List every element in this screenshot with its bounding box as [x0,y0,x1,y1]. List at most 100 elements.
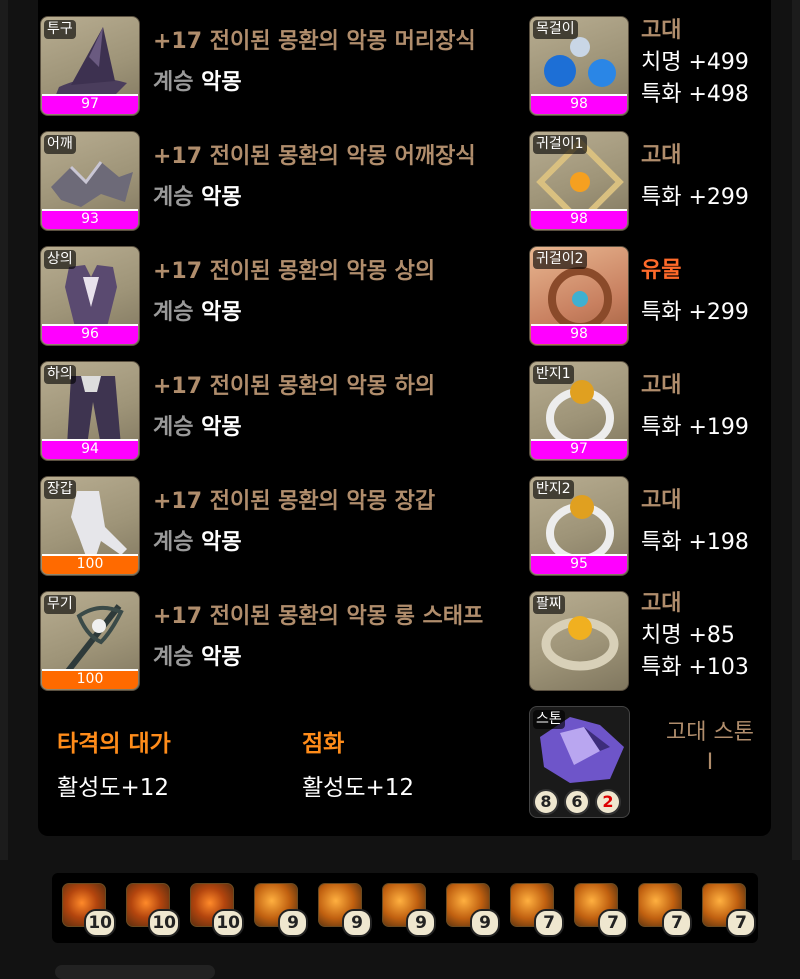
necklace-icon[interactable]: 목걸이 98 [529,16,629,116]
ring-icon[interactable]: 반지1 97 [529,361,629,461]
gem-icon[interactable]: 7 [702,883,756,937]
engraving-value: 활성도+12 [302,775,415,801]
gloves-icon[interactable]: 장갑 100 [40,476,140,576]
accessory-stat: 특화 +198 [641,530,749,555]
quality-bar: 98 [531,209,627,229]
stone-level-1: 8 [533,789,559,815]
gem-icon[interactable]: 7 [574,883,628,937]
quality-bar: 97 [531,439,627,459]
bracelet-icon[interactable]: 팔찌 [529,591,629,691]
stone-grade-line1: 고대 스톤 [666,720,754,745]
slot-label: 귀걸이1 [533,135,587,154]
stone-level-3: 2 [595,789,621,815]
set-name: 악몽 [201,185,242,210]
equipment-name: +17 전이된 몽환의 악몽 장갑 [153,489,436,514]
engraving-name: 타격의 대가 [57,731,171,757]
gem-level: 9 [342,909,372,937]
slot-label: 팔찌 [533,595,565,614]
set-name: 악몽 [201,645,242,670]
gem-level: 9 [278,909,308,937]
accessory-stat: 특화 +199 [641,415,749,440]
bottom-tab-stub[interactable] [55,965,215,979]
slot-label: 반지2 [533,480,574,499]
equipment-name: +17 전이된 몽환의 악몽 어깨장식 [153,144,476,169]
set-name: 악몽 [201,300,242,325]
earring-icon[interactable]: 귀걸이1 98 [529,131,629,231]
accessory-stat: 치명 +85 [641,623,735,648]
gem-level: 9 [470,909,500,937]
set-prefix: 계승 [153,645,194,670]
pants-icon[interactable]: 하의 94 [40,361,140,461]
gem-level: 9 [406,909,436,937]
slot-label: 귀걸이2 [533,250,587,269]
equipment-name: +17 전이된 몽환의 악몽 머리장식 [153,29,476,54]
slot-label: 무기 [44,595,76,614]
quality-bar: 96 [42,324,138,344]
stone-grade: 고대 스톤 I [655,718,765,778]
quality-bar: 100 [42,554,138,574]
accessory-stat: 특화 +498 [641,82,749,107]
equipment-set: 계승 악몽 [153,68,242,98]
gem-icon[interactable]: 9 [254,883,308,937]
ring-icon[interactable]: 반지2 95 [529,476,629,576]
slot-label: 어깨 [44,135,76,154]
gem-icon[interactable]: 10 [62,883,116,937]
accessory-stat: 특화 +103 [641,655,749,680]
gem-icon[interactable]: 10 [126,883,180,937]
equipment-set: 계승 악몽 [153,643,242,673]
set-prefix: 계승 [153,415,194,440]
equipment-name: +17 전이된 몽환의 악몽 하의 [153,374,436,399]
accessory-stat: 특화 +299 [641,185,749,210]
quality-bar: 95 [531,554,627,574]
set-prefix: 계승 [153,185,194,210]
gem-level: 7 [726,909,756,937]
gem-icon[interactable]: 10 [190,883,244,937]
accessory-grade: 고대 [641,591,682,616]
shoulder-icon[interactable]: 어깨 93 [40,131,140,231]
gem-level: 7 [598,909,628,937]
gem-icon[interactable]: 7 [510,883,564,937]
gem-level: 7 [534,909,564,937]
earring-icon[interactable]: 귀걸이2 98 [529,246,629,346]
gem-icon[interactable]: 9 [318,883,372,937]
accessory-stat: 특화 +299 [641,300,749,325]
equipment-name: +17 전이된 몽환의 악몽 상의 [153,259,436,284]
quality-bar: 94 [42,439,138,459]
gem-level: 7 [662,909,692,937]
engraving-name: 점화 [302,731,345,757]
equipment-set: 계승 악몽 [153,413,242,443]
slot-label: 장갑 [44,480,76,499]
gem-level: 10 [148,909,180,937]
accessory-grade: 고대 [641,373,682,398]
set-name: 악몽 [201,70,242,95]
accessory-stat: 치명 +499 [641,50,749,75]
slot-label: 하의 [44,365,76,384]
equipment-set: 계승 악몽 [153,183,242,213]
stone-level-2: 6 [564,789,590,815]
quality-bar: 93 [42,209,138,229]
slot-label: 반지1 [533,365,574,384]
engraving-value: 활성도+12 [57,775,170,801]
gem-icon[interactable]: 9 [446,883,500,937]
quality-bar: 98 [531,94,627,114]
equipment-set: 계승 악몽 [153,528,242,558]
weapon-icon[interactable]: 무기 100 [40,591,140,691]
left-edge [0,0,8,860]
helmet-icon[interactable]: 투구 97 [40,16,140,116]
right-edge [792,0,800,860]
ability-stone-icon[interactable]: 스톤 8 6 2 [529,706,630,818]
gem-bar: 10 10 10 9 9 9 9 7 7 7 7 [52,873,758,943]
set-name: 악몽 [201,415,242,440]
gem-level: 10 [84,909,116,937]
quality-bar: 100 [42,669,138,689]
slot-label: 투구 [44,20,76,39]
gem-icon[interactable]: 9 [382,883,436,937]
gem-level: 10 [212,909,244,937]
set-prefix: 계승 [153,530,194,555]
equipment-name: +17 전이된 몽환의 악몽 롱 스태프 [153,604,484,629]
gem-icon[interactable]: 7 [638,883,692,937]
accessory-grade: 고대 [641,18,682,43]
slot-label: 상의 [44,250,76,269]
chest-armor-icon[interactable]: 상의 96 [40,246,140,346]
equipment-set: 계승 악몽 [153,298,242,328]
